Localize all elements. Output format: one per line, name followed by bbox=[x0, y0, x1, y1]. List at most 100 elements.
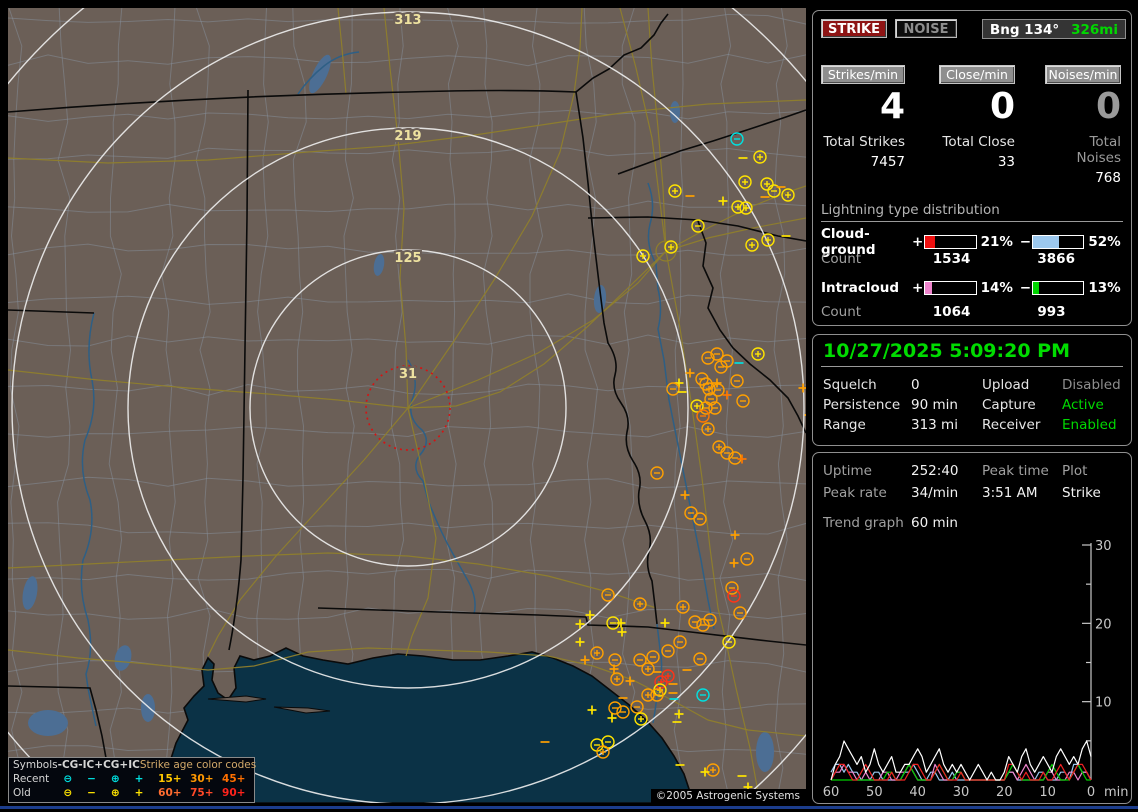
ic-negative-count: 993 bbox=[1022, 304, 1127, 320]
legend-col-neg-ic: -IC bbox=[78, 758, 94, 772]
status-panel: 10/27/2025 5:09:20 PM Squelch 0 Upload D… bbox=[812, 334, 1132, 446]
intracloud-label: Intracloud bbox=[821, 280, 911, 296]
age-code-90: 90+ bbox=[222, 786, 254, 800]
plot-label: Plot bbox=[1062, 463, 1125, 479]
legend-header-row: Symbols -CG -IC +CG +IC Strike age color… bbox=[9, 758, 254, 772]
total-close-label: Total Close bbox=[939, 134, 1015, 150]
intracloud-count-row: Count 1064 993 bbox=[821, 304, 1127, 320]
map-view[interactable]: 31321912531 Symbols -CG -IC +CG +IC Stri… bbox=[8, 8, 806, 803]
receiver-label: Receiver bbox=[982, 417, 1062, 433]
legend-recent-label: Recent bbox=[9, 772, 56, 786]
cg-positive-bar bbox=[924, 235, 977, 249]
map-legend: Symbols -CG -IC +CG +IC Strike age color… bbox=[8, 757, 255, 803]
legend-symbols-label: Symbols bbox=[9, 758, 58, 772]
range-value: 313 mi bbox=[911, 417, 982, 433]
close-per-min-column: Close/min 0 Total Close 33 bbox=[939, 11, 1015, 170]
plus-sign: + bbox=[911, 234, 923, 250]
squelch-label: Squelch bbox=[823, 377, 911, 393]
total-noises-value: 768 bbox=[1045, 170, 1121, 186]
ic-negative-pct: 13% bbox=[1084, 280, 1127, 296]
total-strikes-label: Total Strikes bbox=[821, 134, 905, 150]
circle-minus-icon: ⊖ bbox=[56, 772, 80, 786]
svg-text:20: 20 bbox=[1095, 617, 1112, 632]
age-code-15: 15+ bbox=[158, 772, 190, 786]
circle-plus-icon: ⊕ bbox=[103, 772, 127, 786]
upload-label: Upload bbox=[982, 377, 1062, 393]
svg-text:40: 40 bbox=[909, 785, 926, 800]
legend-col-pos-cg: +CG bbox=[94, 758, 119, 772]
legend-col-pos-ic: +IC bbox=[119, 758, 139, 772]
age-code-45: 45+ bbox=[222, 772, 254, 786]
count-label: Count bbox=[821, 304, 918, 320]
svg-text:20: 20 bbox=[996, 785, 1013, 800]
squelch-value: 0 bbox=[911, 377, 982, 393]
cg-positive-pct: 21% bbox=[977, 234, 1020, 250]
capture-status: Active bbox=[1062, 397, 1125, 413]
circle-plus-icon: ⊕ bbox=[103, 786, 127, 800]
svg-text:50: 50 bbox=[866, 785, 883, 800]
trend-graph-label: Trend graph bbox=[823, 515, 911, 531]
plus-sign: + bbox=[911, 280, 923, 296]
strikes-per-min-chip: Strikes/min bbox=[821, 65, 905, 84]
ic-positive-pct: 14% bbox=[977, 280, 1020, 296]
map-canvas: 31321912531 bbox=[8, 8, 806, 803]
svg-text:30: 30 bbox=[953, 785, 970, 800]
persistence-value: 90 min bbox=[911, 397, 982, 413]
svg-text:30: 30 bbox=[1095, 539, 1112, 554]
trend-graph: 1020306050403020100min bbox=[816, 538, 1130, 802]
cloud-ground-count-row: Count 1534 3866 bbox=[821, 251, 1127, 267]
distribution-title: Lightning type distribution bbox=[821, 202, 1123, 222]
datetime-display: 10/27/2025 5:09:20 PM bbox=[823, 340, 1070, 362]
minus-sign: − bbox=[1019, 234, 1031, 250]
divider bbox=[821, 366, 1123, 367]
close-per-min-value: 0 bbox=[939, 87, 1015, 127]
noises-per-min-chip: Noises/min bbox=[1045, 65, 1121, 84]
capture-label: Capture bbox=[982, 397, 1062, 413]
range-label: Range bbox=[823, 417, 911, 433]
close-per-min-chip: Close/min bbox=[939, 65, 1015, 84]
svg-text:60: 60 bbox=[823, 785, 840, 800]
ring-label-31: 31 bbox=[399, 367, 417, 382]
intracloud-row: Intracloud + 14% − 13% bbox=[821, 280, 1127, 296]
svg-text:min: min bbox=[1104, 785, 1129, 800]
legend-recent-row: Recent ⊖ − ⊕ + 15+ 30+ 45+ bbox=[9, 772, 254, 786]
receiver-status: Enabled bbox=[1062, 417, 1125, 433]
ic-negative-bar bbox=[1032, 281, 1085, 295]
ring-label-219: 219 bbox=[394, 129, 421, 144]
circle-minus-icon: ⊖ bbox=[56, 786, 80, 800]
copyright-notice: ©2005 Astrogenic Systems bbox=[651, 789, 806, 803]
trend-graph-row: Trend graph 60 min bbox=[823, 515, 1125, 531]
cg-negative-count: 3866 bbox=[1022, 251, 1127, 267]
peak-rate-value: 34/min bbox=[911, 485, 982, 501]
persistence-row: Persistence 90 min Capture Active bbox=[823, 397, 1125, 413]
total-close-value: 33 bbox=[939, 154, 1015, 170]
minus-icon: − bbox=[80, 772, 104, 786]
svg-text:0: 0 bbox=[1087, 785, 1095, 800]
window-bottom-edge bbox=[0, 806, 1138, 809]
uptime-value: 252:40 bbox=[911, 463, 982, 479]
trend-graph-window: 60 min bbox=[911, 515, 982, 531]
age-code-60: 60+ bbox=[158, 786, 190, 800]
uptime-label: Uptime bbox=[823, 463, 911, 479]
age-code-30: 30+ bbox=[190, 772, 222, 786]
ring-label-313: 313 bbox=[394, 13, 421, 28]
legend-age-title: Strike age color codes bbox=[140, 758, 256, 772]
upload-status: Disabled bbox=[1062, 377, 1125, 393]
strikes-per-min-column: Strikes/min 4 Total Strikes 7457 bbox=[821, 11, 905, 170]
plot-mode-value: Strike bbox=[1062, 485, 1125, 501]
noises-per-min-value: 0 bbox=[1045, 87, 1121, 127]
plus-icon: + bbox=[127, 786, 151, 800]
legend-old-label: Old bbox=[9, 786, 56, 800]
app-window: { "window": {"bottom_edge_color": "#1c3d… bbox=[0, 0, 1138, 812]
cg-positive-count: 1534 bbox=[918, 251, 1023, 267]
range-row: Range 313 mi Receiver Enabled bbox=[823, 417, 1125, 433]
peak-time-value: 3:51 AM bbox=[982, 485, 1062, 501]
peak-rate-label: Peak rate bbox=[823, 485, 911, 501]
total-noises-label: Total Noises bbox=[1045, 134, 1121, 166]
legend-col-neg-cg: -CG bbox=[58, 758, 79, 772]
strikes-per-min-value: 4 bbox=[821, 87, 905, 127]
svg-text:10: 10 bbox=[1039, 785, 1056, 800]
peak-rate-row: Peak rate 34/min 3:51 AM Strike bbox=[823, 485, 1125, 501]
total-strikes-value: 7457 bbox=[821, 154, 905, 170]
minus-icon: − bbox=[80, 786, 104, 800]
